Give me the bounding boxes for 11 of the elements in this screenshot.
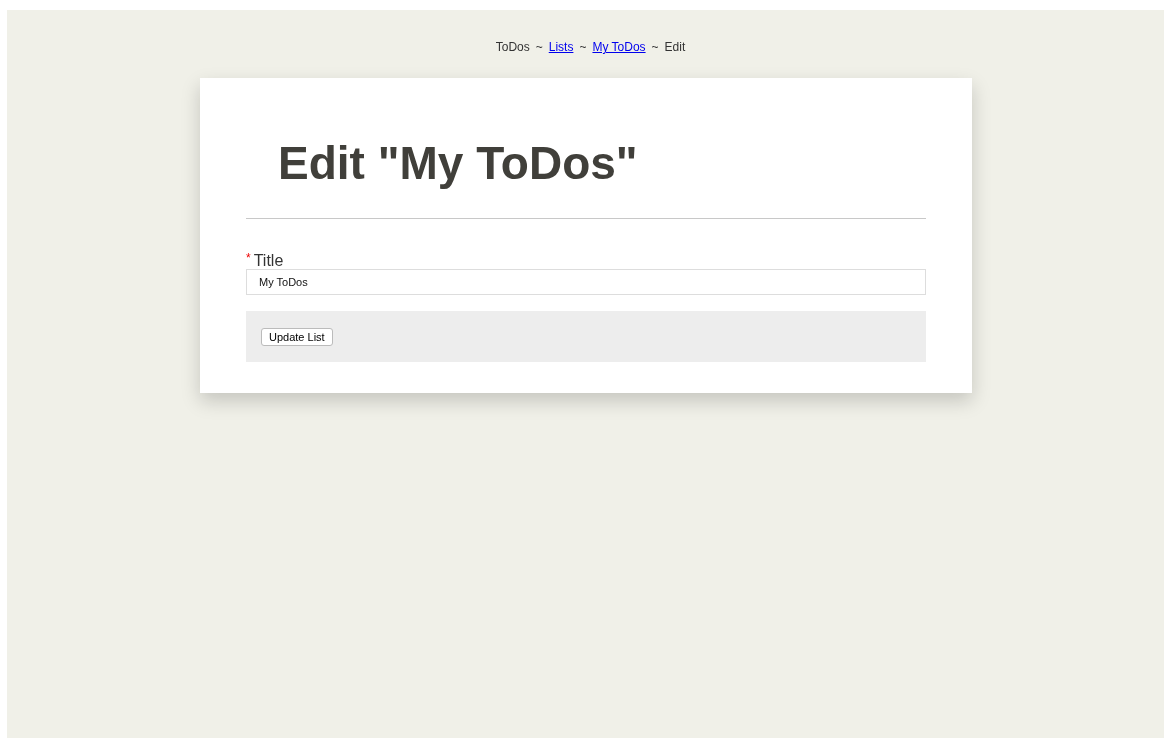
breadcrumb-text: Edit	[664, 40, 686, 56]
breadcrumb-separator: ~	[535, 40, 543, 56]
field-label: Title	[253, 253, 284, 269]
title-input[interactable]: My ToDos	[246, 269, 926, 295]
required-mark: *	[246, 251, 251, 265]
update-button[interactable]: Update List	[261, 328, 333, 346]
breadcrumb-link[interactable]: Lists	[548, 40, 574, 78]
breadcrumb-separator: ~	[579, 40, 587, 56]
breadcrumb-separator: ~	[651, 40, 659, 56]
breadcrumb-text: ToDos	[495, 40, 530, 56]
breadcrumb-link[interactable]: My ToDos	[592, 40, 646, 78]
